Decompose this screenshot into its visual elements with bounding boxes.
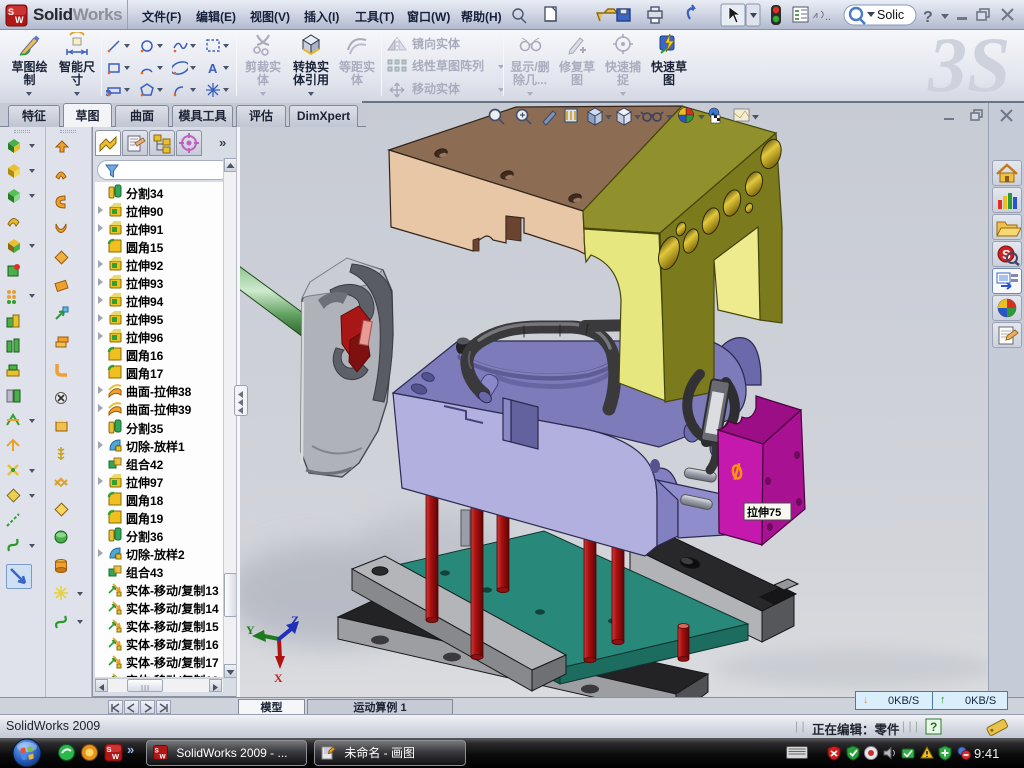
svg-text:W: W <box>15 15 24 25</box>
svg-text:W: W <box>160 754 167 761</box>
svg-text:..: .. <box>825 11 831 23</box>
svg-text:S: S <box>107 745 112 754</box>
svg-text:拉伸75: 拉伸75 <box>747 505 781 519</box>
svg-text:?: ? <box>930 720 937 734</box>
svg-text:Y: Y <box>246 623 255 637</box>
svg-text:W: W <box>112 752 120 761</box>
svg-text:S: S <box>8 7 14 17</box>
svg-text:Z: Z <box>291 613 299 627</box>
svg-text:A: A <box>208 61 218 76</box>
svg-text:X: X <box>274 671 283 685</box>
svg-text:Solic: Solic <box>877 8 904 22</box>
